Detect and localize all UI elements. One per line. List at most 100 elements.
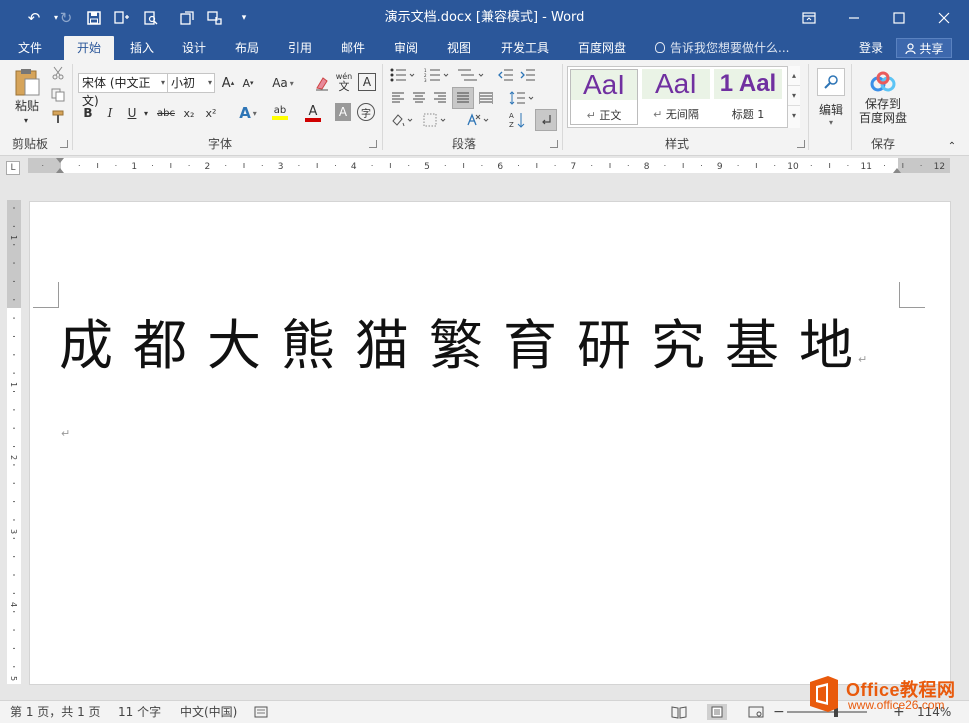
styles-scroll: ▴ ▾ ▾ [787, 66, 800, 128]
distributed-icon[interactable] [477, 89, 495, 107]
copy-icon[interactable] [49, 86, 67, 104]
format-painter-icon[interactable] [49, 108, 67, 126]
tab-file[interactable]: 文件 [8, 36, 52, 60]
redo-icon[interactable]: ↻ [52, 0, 80, 35]
customize-qat-icon[interactable]: ▾ [230, 0, 258, 35]
close-button[interactable] [921, 0, 967, 35]
word-count[interactable]: 11 个字 [118, 701, 161, 723]
save-to-baidu-netdisk-button[interactable]: 保存到 百度网盘 [856, 64, 910, 132]
tell-me-search[interactable]: 告诉我您想要做什么... [655, 36, 789, 60]
editing-button[interactable]: 编辑 ▾ [814, 64, 848, 130]
underline-dropdown-icon[interactable]: ▾ [141, 103, 151, 123]
scroll-down-icon[interactable]: ▾ [788, 86, 800, 106]
read-mode-icon[interactable] [671, 705, 687, 719]
change-case-button[interactable]: Aa ▾ [268, 73, 298, 93]
character-border-button[interactable]: A [358, 73, 376, 91]
first-line-indent-marker[interactable] [56, 158, 64, 163]
document-heading-text[interactable]: 成都大熊猫繁育研究基地 [59, 314, 879, 378]
style-no-spacing[interactable]: AaI ↵ 无间隔 [642, 69, 710, 125]
style-normal[interactable]: AaI ↵ 正文 [570, 69, 638, 125]
right-indent-marker[interactable] [893, 168, 901, 173]
minimize-button[interactable] [831, 0, 877, 35]
tab-design[interactable]: 设计 [172, 36, 216, 60]
chinese-layout-icon[interactable] [464, 111, 494, 129]
tab-review[interactable]: 审阅 [384, 36, 428, 60]
bold-button[interactable]: B [80, 103, 96, 123]
group-separator [851, 64, 852, 150]
print-preview-icon[interactable] [137, 0, 165, 35]
tab-baidu-netdisk[interactable]: 百度网盘 [569, 36, 635, 60]
more-styles-icon[interactable]: ▾ [788, 106, 800, 126]
tab-references[interactable]: 引用 [278, 36, 322, 60]
grow-font-button[interactable]: A ▴ [220, 73, 236, 93]
italic-button[interactable]: I [102, 103, 118, 123]
sign-in-link[interactable]: 登录 [859, 36, 883, 60]
underline-button[interactable]: U [124, 103, 140, 123]
shading-icon[interactable] [389, 111, 417, 129]
shrink-font-button[interactable]: A ▾ [240, 73, 256, 93]
tab-home[interactable]: 开始 [64, 36, 114, 60]
styles-dialog-launcher[interactable] [797, 140, 805, 148]
style-heading-1[interactable]: 1 Aal 标题 1 [714, 69, 782, 125]
decrease-indent-icon[interactable] [497, 66, 515, 84]
web-layout-icon[interactable] [748, 705, 764, 719]
line-spacing-icon[interactable] [507, 89, 537, 107]
paste-button[interactable]: 粘贴 [8, 64, 46, 116]
font-size-combo[interactable]: 小初 ▾ [167, 73, 215, 93]
align-left-icon[interactable] [389, 89, 407, 107]
clear-formatting-icon[interactable] [312, 73, 332, 93]
align-center-icon[interactable] [410, 89, 428, 107]
print-layout-icon[interactable] [707, 704, 727, 720]
highlight-button[interactable]: ab [265, 103, 295, 123]
borders-icon[interactable] [422, 111, 450, 129]
numbering-icon[interactable]: 123 [422, 66, 452, 84]
sort-icon[interactable]: AZ [507, 110, 527, 130]
cut-icon[interactable] [49, 64, 67, 82]
macro-recording-icon[interactable] [254, 705, 270, 719]
tab-mailings[interactable]: 邮件 [331, 36, 375, 60]
touch-mode-icon[interactable] [201, 0, 229, 35]
tab-developer[interactable]: 开发工具 [494, 36, 556, 60]
tab-insert[interactable]: 插入 [120, 36, 164, 60]
vertical-scrollbar[interactable] [954, 200, 969, 700]
page-count[interactable]: 第 1 页，共 1 页 [10, 701, 101, 723]
document-page[interactable] [29, 201, 951, 685]
paragraph-dialog-launcher[interactable] [550, 140, 558, 148]
superscript-button[interactable]: x² [202, 103, 220, 123]
zoom-out-button[interactable]: − [773, 701, 785, 723]
bullets-icon[interactable] [389, 66, 417, 84]
paste-dropdown-icon[interactable]: ▾ [18, 116, 34, 125]
enclose-characters-button[interactable]: 字 [357, 103, 375, 121]
tab-view[interactable]: 视图 [437, 36, 481, 60]
new-from-template-icon[interactable] [108, 0, 136, 35]
character-shading-button[interactable]: A [335, 103, 351, 121]
font-dialog-launcher[interactable] [369, 140, 377, 148]
share-button[interactable]: 共享 [896, 38, 952, 58]
group-separator [72, 64, 73, 150]
ribbon-display-options-icon[interactable] [786, 0, 832, 35]
strikethrough-button[interactable]: abc [155, 103, 177, 123]
vertical-ruler[interactable]: 1 1 2 3 4 5 [7, 200, 21, 684]
justify-icon[interactable] [452, 87, 474, 109]
ruler-number: 2 [9, 455, 18, 460]
language-status[interactable]: 中文(中国) [180, 701, 237, 723]
tab-layout[interactable]: 布局 [225, 36, 269, 60]
clipboard-dialog-launcher[interactable] [60, 140, 68, 148]
text-effects-button[interactable]: A ▾ [234, 103, 262, 123]
collapse-ribbon-icon[interactable]: ⌃ [945, 140, 959, 152]
phonetic-guide-button[interactable]: wén 文 [334, 70, 354, 94]
align-right-icon[interactable] [431, 89, 449, 107]
scroll-up-icon[interactable]: ▴ [788, 66, 800, 86]
subscript-button[interactable]: x₂ [180, 103, 198, 123]
horizontal-ruler[interactable]: 1 2 3 4 5 6 7 8 9 10 11 12 [28, 158, 950, 173]
save-icon[interactable] [80, 0, 108, 35]
multilevel-list-icon[interactable] [455, 66, 487, 84]
show-formatting-marks-icon[interactable] [535, 109, 557, 131]
increase-indent-icon[interactable] [519, 66, 537, 84]
maximize-button[interactable] [876, 0, 922, 35]
font-color-button[interactable]: A [298, 103, 328, 123]
font-name-combo[interactable]: 宋体 (中文正文) ▾ [78, 73, 168, 108]
sync-icon[interactable] [173, 0, 201, 35]
tab-selector[interactable]: L [6, 161, 20, 175]
hanging-indent-marker[interactable] [56, 168, 64, 173]
